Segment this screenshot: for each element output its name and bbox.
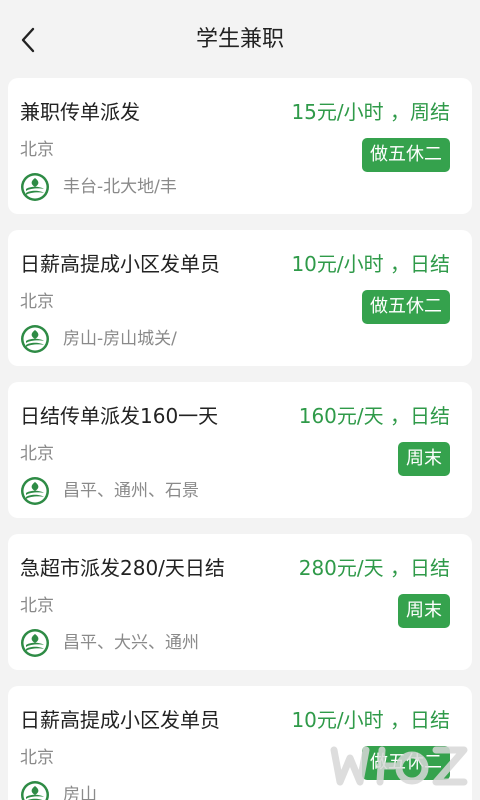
company-logo-icon [21,325,49,353]
job-title: 兼职传单派发 [20,100,140,124]
job-card[interactable]: 兼职传单派发 15元/小时 ，周结 北京 做五休二 丰台-北大地/丰 [8,78,472,214]
job-salary: 10元/小时 ，日结 [291,708,450,732]
job-address: 昌平、大兴、通州 [63,633,199,653]
job-salary: 15元/小时 ，周结 [291,100,450,124]
job-schedule-tag: 周末 [398,594,450,628]
job-city: 北京 [20,140,54,160]
job-address: 房山-房山城关/ [63,329,177,349]
page-title: 学生兼职 [195,27,284,52]
job-schedule-tag: 做五休二 [362,138,450,172]
job-title: 日薪高提成小区发单员 [20,252,220,276]
job-card[interactable]: 日薪高提成小区发单员 10元/小时 ，日结 北京 做五休二 房山 [8,686,472,800]
company-logo-icon [21,173,49,201]
job-city: 北京 [20,292,54,312]
job-schedule-tag: 做五休二 [362,290,450,324]
company-logo-icon [21,781,49,800]
company-logo-icon [21,477,49,505]
job-title: 日结传单派发160一天 [20,404,219,428]
job-salary: 280元/天 ，日结 [298,556,450,580]
job-city: 北京 [20,444,54,464]
job-schedule-tag: 做五休二 [362,746,450,780]
job-card[interactable]: 急超市派发280/天日结 280元/天 ，日结 北京 周末 昌平、大兴、通州 [8,534,472,670]
job-card[interactable]: 日结传单派发160一天 160元/天 ，日结 北京 周末 昌平、通州、石景 [8,382,472,518]
job-city: 北京 [20,596,54,616]
job-salary: 160元/天 ，日结 [298,404,450,428]
app-header: 学生兼职 [0,0,480,80]
job-title: 日薪高提成小区发单员 [20,708,220,732]
job-address: 房山 [63,785,97,800]
job-address: 丰台-北大地/丰 [63,177,177,197]
job-city: 北京 [20,748,54,768]
company-logo-icon [21,629,49,657]
job-card[interactable]: 日薪高提成小区发单员 10元/小时 ，日结 北京 做五休二 房山-房山城关/ [8,230,472,366]
job-address: 昌平、通州、石景 [63,481,199,501]
job-title: 急超市派发280/天日结 [20,556,225,580]
job-schedule-tag: 周末 [398,442,450,476]
job-salary: 10元/小时 ，日结 [291,252,450,276]
